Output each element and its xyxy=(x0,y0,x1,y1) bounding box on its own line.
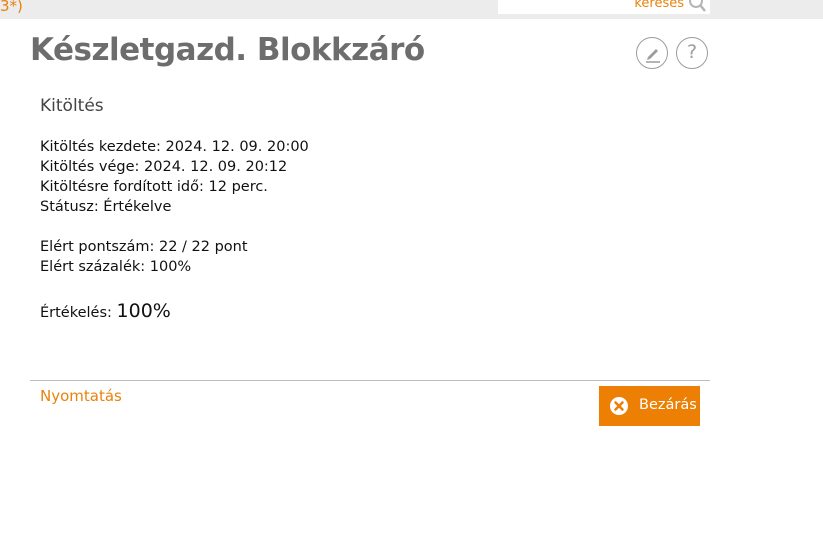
search-box[interactable]: keresés xyxy=(498,0,710,14)
rating: Értékelés: 100% xyxy=(40,300,171,322)
start-time: Kitöltés kezdete: 2024. 12. 09. 20:00 xyxy=(40,139,309,155)
print-link[interactable]: Nyomtatás xyxy=(40,387,122,405)
edit-button[interactable] xyxy=(636,37,668,69)
close-circle-icon xyxy=(610,397,628,415)
time-spent: Kitöltésre fordított idő: 12 perc. xyxy=(40,179,268,195)
page-title: Készletgazd. Blokkzáró xyxy=(30,32,425,68)
status: Státusz: Értékelve xyxy=(40,199,172,215)
pencil-icon xyxy=(646,49,660,63)
close-button-label: Bezárás xyxy=(639,397,697,413)
section-title: Kitöltés xyxy=(40,96,104,116)
help-icon: ? xyxy=(686,41,698,63)
top-bar: 3*) keresés xyxy=(0,0,823,19)
close-button[interactable]: Bezárás xyxy=(599,386,700,426)
rating-value: 100% xyxy=(116,300,171,322)
percentage: Elért százalék: 100% xyxy=(40,259,192,275)
topbar-breadcrumb-fragment[interactable]: 3*) xyxy=(0,0,23,15)
search-icon[interactable] xyxy=(687,0,707,13)
end-time: Kitöltés vége: 2024. 12. 09. 20:12 xyxy=(40,159,288,175)
search-placeholder[interactable]: keresés xyxy=(634,0,684,11)
divider xyxy=(30,380,710,381)
help-button[interactable]: ? xyxy=(676,37,708,69)
rating-label: Értékelés: xyxy=(40,305,112,321)
score: Elért pontszám: 22 / 22 pont xyxy=(40,239,248,255)
